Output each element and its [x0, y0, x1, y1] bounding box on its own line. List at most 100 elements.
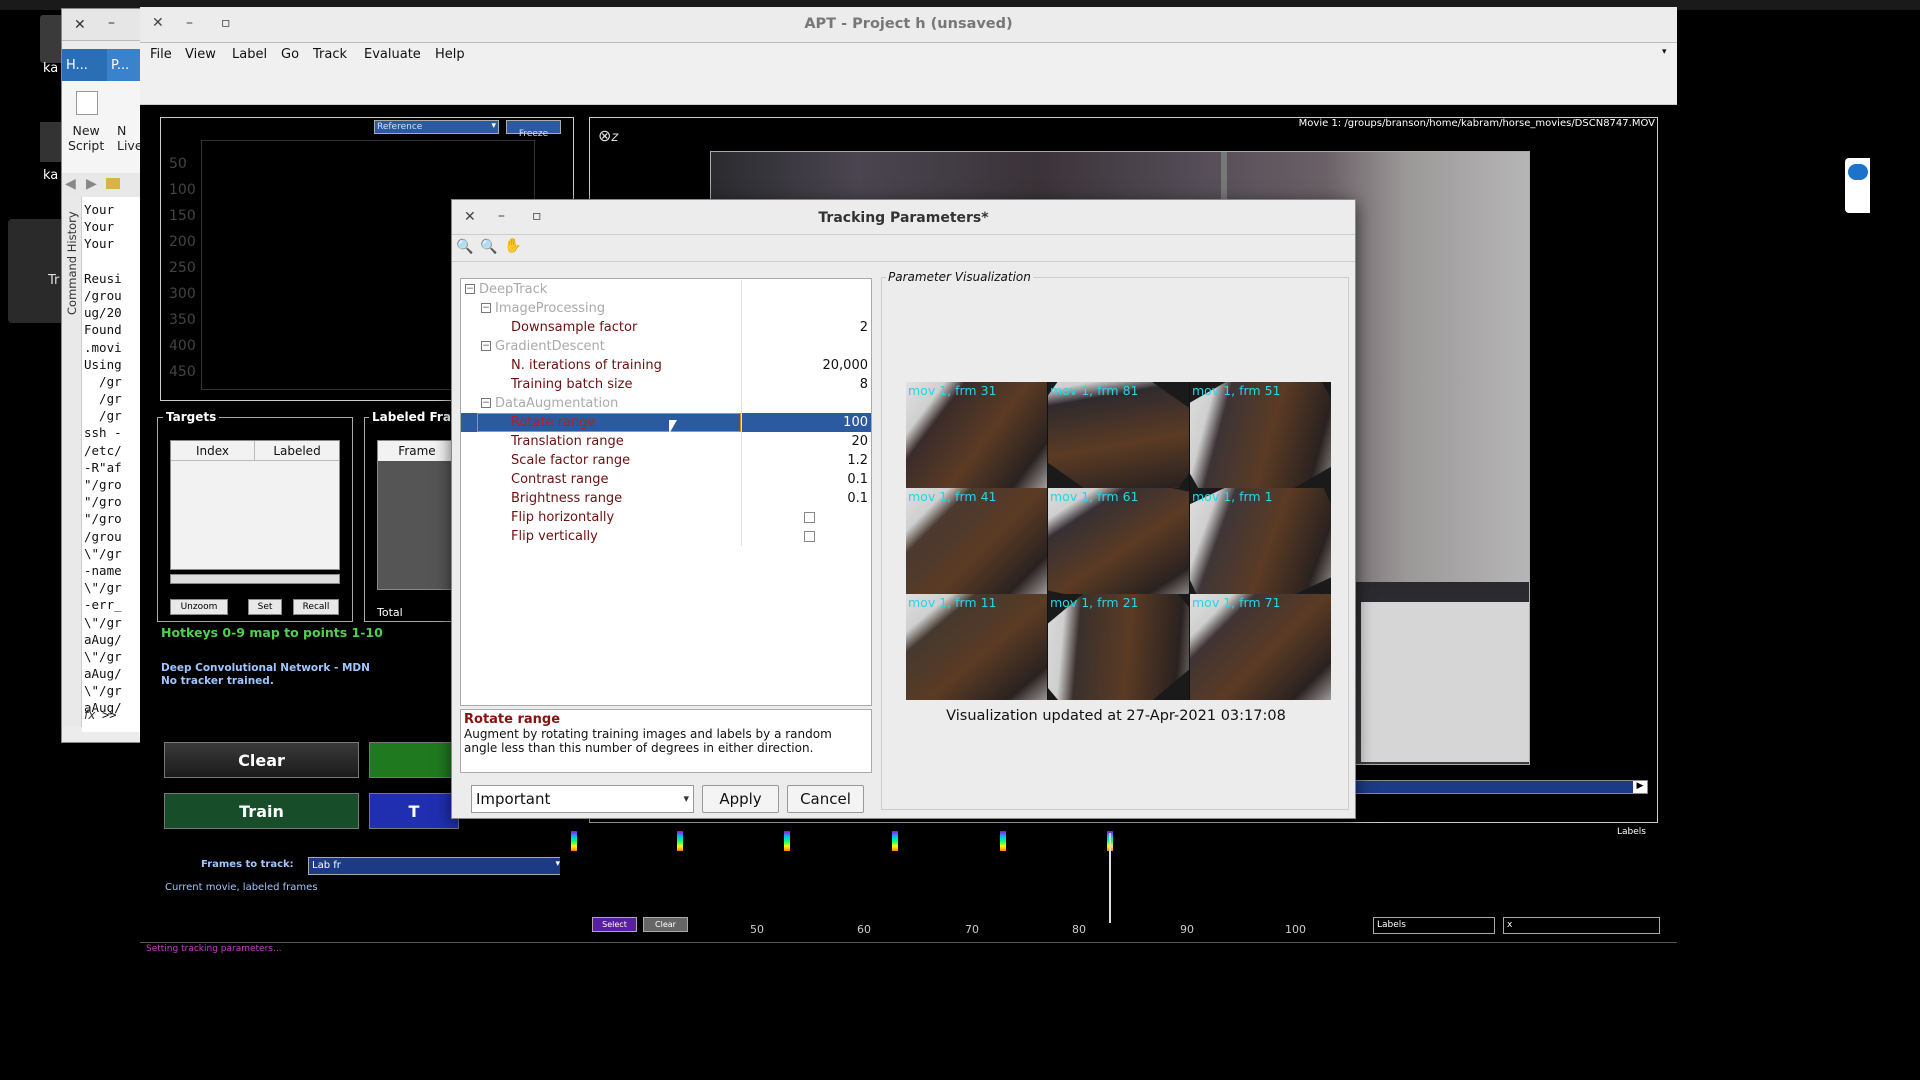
plot-ytick: 350 — [169, 312, 196, 328]
parameter-row[interactable]: Translation range 20 — [461, 432, 871, 451]
clear-button[interactable]: Clear — [164, 742, 359, 778]
collapse-icon[interactable]: − — [481, 341, 491, 351]
cancel-button[interactable]: Cancel — [787, 785, 864, 813]
parameter-value[interactable]: 8 — [860, 377, 868, 392]
recall-button[interactable]: Recall — [293, 599, 339, 615]
timeline-clear-button[interactable]: Clear — [643, 917, 688, 932]
augmentation-thumbnails: mov 1, frm 31 mov 1, frm 81 mov 1, frm 51 m… — [906, 382, 1331, 700]
parameter-value[interactable]: 100 — [843, 415, 868, 430]
unzoom-button[interactable]: Unzoom — [170, 599, 228, 615]
plot-ytick: 400 — [169, 338, 196, 354]
desktop-icon[interactable] — [8, 219, 68, 323]
apply-button[interactable]: Apply — [702, 785, 779, 813]
command-prompt[interactable]: >> — [102, 708, 116, 722]
parameter-label: N. iterations of training — [511, 358, 662, 373]
targets-col-index[interactable]: Index — [171, 441, 255, 461]
timeline-select-button[interactable]: Select — [592, 917, 637, 932]
desktop-icon-label: ka — [43, 61, 59, 76]
menu-file[interactable]: File — [150, 47, 172, 62]
collapse-icon[interactable]: − — [481, 303, 491, 313]
timeline[interactable]: 50 60 70 80 90 100 Labels — [560, 823, 1660, 936]
slider-right-arrow-icon[interactable]: ▶ — [1633, 781, 1647, 793]
new-live-script-button[interactable]: N Live — [117, 123, 143, 153]
menu-view[interactable]: View — [185, 47, 216, 62]
new-script-button[interactable]: New Script — [68, 123, 104, 153]
targets-table[interactable]: Index Labeled — [170, 440, 340, 570]
command-history-label[interactable]: Command History — [65, 211, 79, 315]
zoom-in-icon[interactable]: 🔍 — [456, 239, 473, 255]
parameter-value[interactable]: 20 — [851, 434, 868, 449]
minimize-icon[interactable]: – — [108, 15, 115, 31]
freeze-button[interactable]: Freeze — [506, 120, 561, 139]
menu-label[interactable]: Label — [232, 47, 267, 62]
folder-icon[interactable] — [106, 178, 120, 189]
parameter-label: GradientDescent — [495, 339, 605, 354]
parameter-value[interactable]: 0.1 — [847, 472, 868, 487]
parameter-value[interactable]: 0.1 — [847, 491, 868, 506]
parameter-row[interactable]: Training batch size 8 — [461, 375, 871, 394]
parameter-checkbox[interactable] — [804, 531, 815, 542]
labeled-frames-col-frame[interactable]: Frame — [378, 441, 456, 461]
back-arrow-icon[interactable]: ◀ — [65, 176, 76, 192]
tree-group-row[interactable]: − ImageProcessing — [461, 299, 871, 318]
set-button[interactable]: Set — [248, 599, 282, 615]
close-icon[interactable]: ✕ — [74, 17, 86, 33]
level-select[interactable]: Important ▾ — [471, 785, 694, 813]
parameter-row[interactable]: Brightness range 0.1 — [461, 489, 871, 508]
targets-scrollbar[interactable] — [170, 574, 340, 584]
collapse-icon[interactable]: − — [465, 284, 475, 294]
command-line: Using — [84, 356, 122, 372]
parameter-row[interactable]: Rotate range 100 — [461, 413, 871, 432]
chevron-down-icon[interactable]: ▾ — [1662, 47, 1667, 57]
thumbnail-caption: mov 1, frm 41 — [908, 489, 997, 504]
timeline-tick-label: 100 — [1285, 923, 1306, 936]
parameter-row[interactable]: Contrast range 0.1 — [461, 470, 871, 489]
desktop-icon-label: Tr — [48, 273, 60, 288]
reference-dropdown[interactable]: Reference ▾ — [374, 120, 499, 134]
frame-slider[interactable]: ▶ — [1330, 780, 1648, 794]
parameter-row[interactable]: Flip vertically — [461, 527, 871, 546]
labeled-frames-table[interactable]: Frame — [377, 440, 456, 590]
zoom-reset-icon[interactable]: ⊗z — [598, 126, 618, 145]
label-button[interactable]: L — [369, 742, 459, 778]
command-line: /grou — [84, 287, 122, 303]
tree-group-row[interactable]: − DeepTrack — [461, 280, 871, 299]
labels-dropdown[interactable]: Labels — [1373, 917, 1495, 934]
parameter-row[interactable]: Downsample factor 2 — [461, 318, 871, 337]
augmentation-thumbnail: mov 1, frm 41 — [906, 488, 1047, 594]
teamviewer-icon[interactable] — [1845, 158, 1870, 213]
command-line: .movi — [84, 339, 122, 355]
tab-home[interactable]: H... — [62, 49, 102, 81]
train-button[interactable]: Train — [164, 793, 359, 829]
pan-hand-icon[interactable]: ✋ — [504, 238, 521, 254]
parameter-row[interactable]: Flip horizontally — [461, 508, 871, 527]
parameter-value[interactable]: 1.2 — [847, 453, 868, 468]
parameter-label: Translation range — [511, 434, 624, 449]
forward-arrow-icon[interactable]: ▶ — [86, 176, 97, 192]
command-history-panel[interactable]: Command History — [62, 197, 82, 727]
plot-ytick: 200 — [169, 234, 196, 250]
frames-to-track-dropdown[interactable]: Lab fr ▾ — [308, 857, 564, 875]
parameter-value[interactable]: 20,000 — [823, 358, 869, 373]
parameter-row[interactable]: N. iterations of training 20,000 — [461, 356, 871, 375]
parameter-value[interactable]: 2 — [860, 320, 868, 335]
command-line — [84, 253, 122, 270]
tree-group-row[interactable]: − DataAugmentation — [461, 394, 871, 413]
parameter-description: Rotate range Augment by rotating trainin… — [460, 709, 872, 773]
parameter-checkbox[interactable] — [804, 512, 815, 523]
menu-go[interactable]: Go — [281, 47, 299, 62]
track-button[interactable]: T — [369, 793, 459, 829]
parameter-label: DeepTrack — [479, 282, 548, 297]
collapse-icon[interactable]: − — [481, 398, 491, 408]
command-output: Your Your Your Reusi/grou ug/20 Found .movi Usi… — [84, 201, 122, 717]
menu-evaluate[interactable]: Evaluate — [364, 47, 421, 62]
menu-help[interactable]: Help — [435, 47, 465, 62]
zoom-out-icon[interactable]: 🔍 — [480, 239, 497, 255]
parameter-row[interactable]: Scale factor range 1.2 — [461, 451, 871, 470]
targets-col-labeled[interactable]: Labeled — [255, 441, 339, 461]
timeline-x-field[interactable]: x — [1503, 917, 1660, 934]
tree-group-row[interactable]: − GradientDescent — [461, 337, 871, 356]
timeline-labels-title: Labels — [1617, 827, 1646, 837]
new-script-icon[interactable] — [76, 91, 98, 115]
menu-track[interactable]: Track — [313, 47, 347, 62]
